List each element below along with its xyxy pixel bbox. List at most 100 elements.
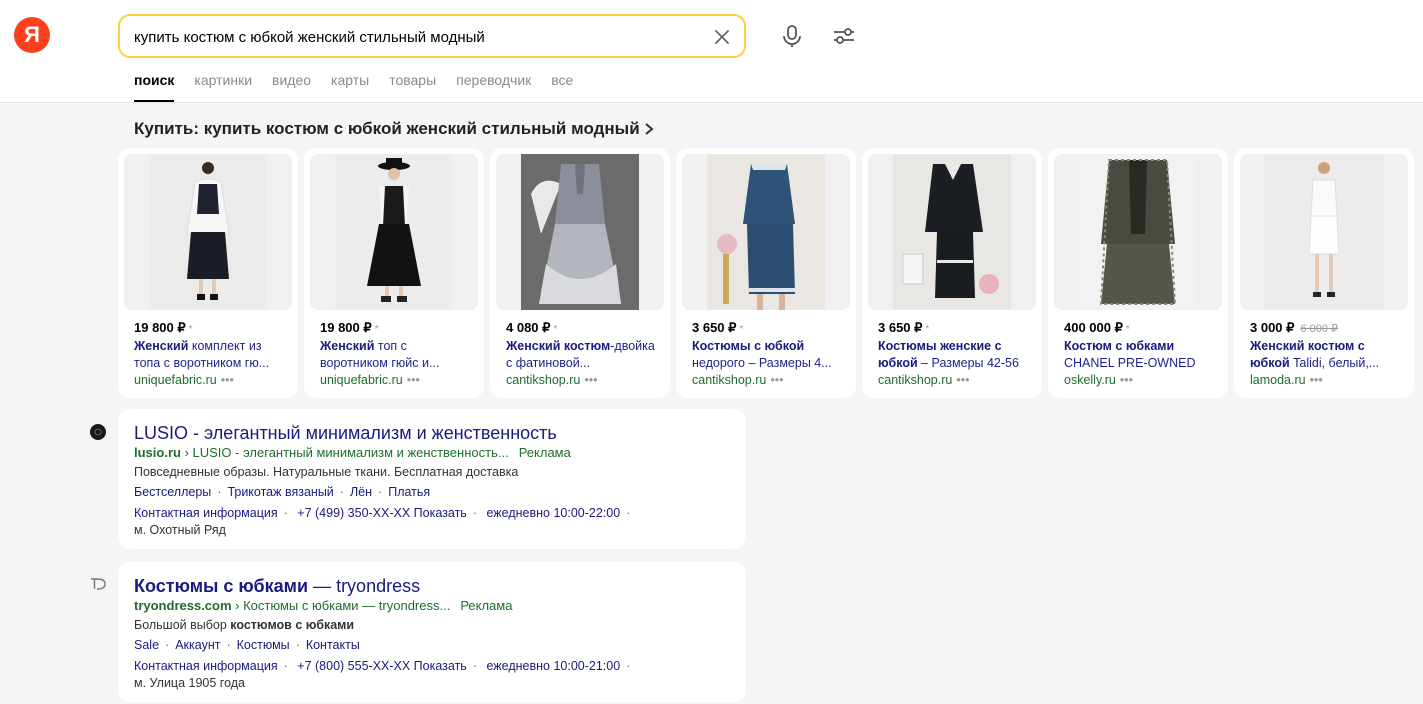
sitelink[interactable]: Трикотаж вязаный [227, 485, 333, 499]
contact-link[interactable]: Контактная информация [134, 659, 278, 673]
hours-link[interactable]: ежедневно 10:00-22:00 [486, 506, 620, 520]
more-icon: ••• [1119, 373, 1134, 387]
search-box[interactable] [118, 14, 746, 58]
product-price: 3 650 ₽ * [878, 320, 930, 335]
filters-icon[interactable] [830, 22, 858, 50]
product-card[interactable]: 3 650 ₽ * Костюмы с юбкой недорого – Разм… [676, 148, 856, 398]
ad-title[interactable]: LUSIO - элегантный минимализм и женствен… [134, 423, 557, 444]
ad-url[interactable]: lusio.ru › LUSIO - элегантный минимализм… [134, 445, 571, 460]
product-carousel: 19 800 ₽ * Женский комплект из топа с вор… [118, 148, 1420, 400]
header: Я поиск картинки видео карты товары пере… [0, 0, 1423, 103]
product-photo [893, 154, 1011, 310]
product-title[interactable]: Женский комплект из топа с воротником гю… [134, 338, 286, 372]
product-shop[interactable]: uniquefabric.ru ••• [320, 373, 420, 387]
product-shop[interactable]: oskelly.ru ••• [1064, 373, 1133, 387]
phone-link[interactable]: +7 (800) 555-XX-XX Показать [297, 659, 467, 673]
product-photo [1079, 154, 1197, 310]
product-photo [521, 154, 639, 310]
ad-contact: Контактная информация · +7 (800) 555-XX-X… [134, 659, 631, 673]
tab-video[interactable]: видео [272, 72, 311, 102]
tab-products[interactable]: товары [389, 72, 436, 102]
product-title[interactable]: Костюмы женские с юбкой – Размеры 42-56 [878, 338, 1030, 372]
phone-link[interactable]: +7 (499) 350-XX-XX Показать [297, 506, 467, 520]
sitelink[interactable]: Платья [388, 485, 430, 499]
product-photo [1265, 154, 1383, 310]
product-shop[interactable]: cantikshop.ru ••• [878, 373, 970, 387]
ad-metro: м. Улица 1905 года [134, 676, 245, 690]
ad-metro: м. Охотный Ряд [134, 523, 226, 537]
tab-maps[interactable]: карты [331, 72, 369, 102]
ad-result: LUSIO - элегантный минимализм и женствен… [118, 409, 746, 549]
more-icon: ••• [956, 373, 970, 387]
ad-result: Костюмы с юбками — tryondress tryondress… [118, 562, 746, 702]
ad-label: Реклама [460, 598, 513, 613]
ad-url[interactable]: tryondress.com › Костюмы с юбками — tryo… [134, 598, 512, 613]
contact-link[interactable]: Контактная информация [134, 506, 278, 520]
yandex-logo[interactable]: Я [14, 17, 50, 53]
product-title[interactable]: Женский костюм-двойка с фатиновой... [506, 338, 658, 372]
ad-label: Реклама [518, 445, 571, 460]
product-price: 3 000 ₽6 000 ₽ [1250, 320, 1339, 335]
product-image[interactable] [682, 154, 850, 310]
sitelink[interactable]: Костюмы [237, 638, 290, 652]
tab-images[interactable]: картинки [194, 72, 252, 102]
product-title[interactable]: Женский костюм с юбкой Talidi, белый,... [1250, 338, 1402, 372]
product-image[interactable] [1054, 154, 1222, 310]
product-photo [707, 154, 825, 310]
product-card[interactable]: 19 800 ₽ * Женский комплект из топа с вор… [118, 148, 298, 398]
clear-icon[interactable] [710, 25, 734, 49]
product-title[interactable]: Женский топ с воротником гюйс и... [320, 338, 472, 372]
product-title[interactable]: Костюмы с юбкой недорого – Размеры 4... [692, 338, 844, 372]
chevron-right-icon [645, 123, 654, 135]
search-input[interactable] [134, 25, 694, 49]
more-icon: ••• [220, 373, 234, 387]
ad-contact: Контактная информация · +7 (499) 350-XX-X… [134, 506, 631, 520]
tryondress-favicon-icon [91, 578, 106, 590]
product-card[interactable]: 4 080 ₽ * Женский костюм-двойка с фатинов… [490, 148, 670, 398]
old-price: 6 000 ₽ [1300, 323, 1339, 335]
product-image[interactable] [124, 154, 292, 310]
microphone-icon[interactable] [778, 22, 806, 50]
product-price: 19 800 ₽ * [320, 320, 379, 335]
ad-description: Повседневные образы. Натуральные ткани. … [134, 465, 519, 479]
shopping-title-text[interactable]: Купить: купить костюм с юбкой женский ст… [134, 119, 640, 139]
product-price: 3 650 ₽ * [692, 320, 744, 335]
product-price: 4 080 ₽ * [506, 320, 558, 335]
product-shop[interactable]: cantikshop.ru ••• [692, 373, 784, 387]
tab-translator[interactable]: переводчик [456, 72, 531, 102]
product-shop[interactable]: cantikshop.ru ••• [506, 373, 598, 387]
product-image[interactable] [496, 154, 664, 310]
more-icon: ••• [406, 373, 420, 387]
shopping-title[interactable]: Купить: купить костюм с юбкой женский ст… [134, 119, 654, 139]
sitelink[interactable]: Sale [134, 638, 159, 652]
product-title[interactable]: Костюм с юбками CHANEL PRE-OWNED [1064, 338, 1216, 372]
product-price: 19 800 ₽ * [134, 320, 193, 335]
product-photo [149, 154, 267, 310]
product-price: 400 000 ₽ * [1064, 320, 1130, 335]
sitelink[interactable]: Аккаунт [175, 638, 220, 652]
more-icon: ••• [1309, 373, 1323, 387]
product-shop[interactable]: lamoda.ru ••• [1250, 373, 1323, 387]
hours-link[interactable]: ежедневно 10:00-21:00 [486, 659, 620, 673]
product-image[interactable] [1240, 154, 1408, 310]
more-icon: ••• [770, 373, 784, 387]
product-image[interactable] [310, 154, 478, 310]
search-tabs: поиск картинки видео карты товары перево… [134, 72, 593, 102]
product-card[interactable]: 400 000 ₽ * Костюм с юбками CHANEL PRE-OW… [1048, 148, 1228, 398]
tab-all[interactable]: все [551, 72, 573, 102]
product-card[interactable]: 3 000 ₽6 000 ₽ Женский костюм с юбкой Ta… [1234, 148, 1414, 398]
ad-sitelinks: Sale · Аккаунт · Костюмы · Контакты [134, 638, 360, 652]
ad-sitelinks: Бестселлеры · Трикотаж вязаный · Лён · Плат… [134, 485, 431, 499]
sitelink[interactable]: Лён [350, 485, 372, 499]
ad-description: Большой выбор костюмов с юбками [134, 618, 355, 632]
sitelink[interactable]: Контакты [306, 638, 360, 652]
product-card[interactable]: 3 650 ₽ * Костюмы женские с юбкой – Разме… [862, 148, 1042, 398]
product-shop[interactable]: uniquefabric.ru ••• [134, 373, 234, 387]
sitelink[interactable]: Бестселлеры [134, 485, 211, 499]
product-photo [335, 154, 453, 310]
product-image[interactable] [868, 154, 1036, 310]
ad-title[interactable]: Костюмы с юбками — tryondress [134, 576, 420, 597]
tab-search[interactable]: поиск [134, 72, 175, 102]
product-card[interactable]: 19 800 ₽ * Женский топ с воротником гюйс … [304, 148, 484, 398]
lusio-favicon-icon [90, 424, 106, 440]
